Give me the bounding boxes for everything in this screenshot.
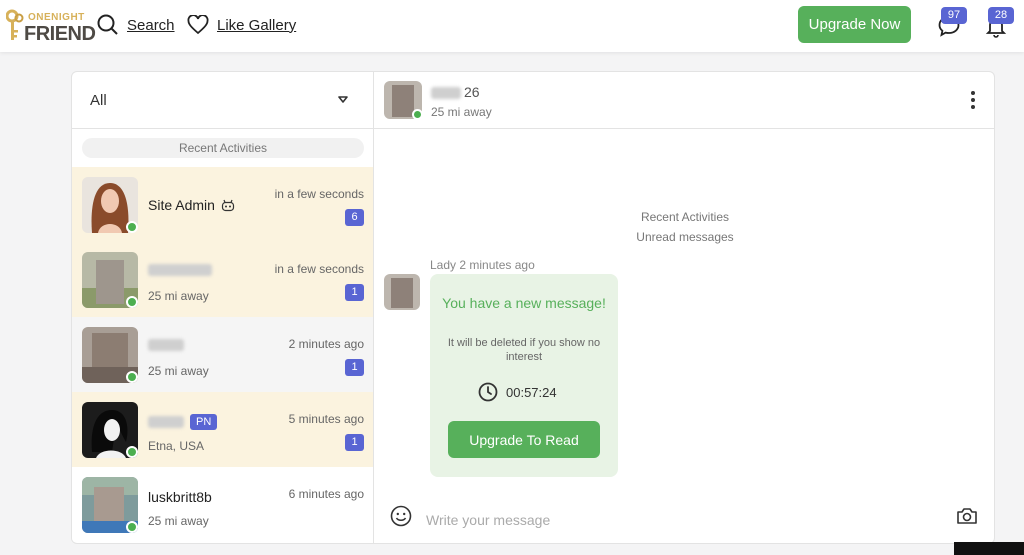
- sender-avatar[interactable]: [384, 274, 420, 310]
- chat-panel: All Recent Activities Site Admin in a fe…: [71, 71, 995, 544]
- online-indicator: [126, 371, 138, 383]
- more-options-icon[interactable]: [970, 90, 976, 110]
- heart-icon: [187, 15, 209, 35]
- conversation-time: 5 minutes ago: [288, 412, 364, 426]
- pn-badge: PN: [190, 414, 218, 430]
- conversation-name: [148, 264, 212, 276]
- caret-down-icon: [338, 96, 348, 103]
- online-indicator: [412, 109, 423, 120]
- unread-count-badge: 1: [345, 284, 364, 301]
- message-time: 2 minutes ago: [459, 258, 535, 272]
- message-meta: Lady 2 minutes ago: [430, 258, 535, 272]
- chat-user-age: 26: [464, 84, 480, 100]
- message-input[interactable]: [426, 507, 926, 533]
- blurred-name: [148, 339, 184, 351]
- conversation-item[interactable]: luskbritt8b 25 mi away 6 minutes ago: [72, 467, 373, 542]
- search-label: Search: [127, 16, 175, 34]
- chat-user-distance: 25 mi away: [431, 105, 492, 119]
- unread-count-badge: 6: [345, 209, 364, 226]
- upgrade-now-button[interactable]: Upgrade Now: [798, 6, 911, 43]
- online-indicator: [126, 221, 138, 233]
- blurred-name: [148, 264, 212, 276]
- sender-name: Lady: [430, 258, 457, 272]
- search-icon: [97, 14, 118, 35]
- conversation-name: PN: [148, 414, 218, 430]
- conversation-item[interactable]: 25 mi away in a few seconds 1: [72, 242, 373, 317]
- conversation-name: Site Admin: [148, 197, 235, 213]
- recent-activities-divider: Recent Activities: [640, 210, 730, 224]
- top-bar: ONENIGHT FRIEND Search Like Gallery Upgr…: [0, 0, 1024, 52]
- filter-select[interactable]: All: [72, 72, 374, 129]
- robot-icon: [221, 199, 235, 211]
- blurred-name: [431, 87, 461, 99]
- conversation-item[interactable]: 25 mi away 2 minutes ago 1: [72, 317, 373, 392]
- countdown-timer: 00:57:24: [478, 382, 557, 402]
- conversation-time: 6 minutes ago: [288, 487, 364, 501]
- logo[interactable]: ONENIGHT FRIEND: [6, 6, 96, 45]
- site-admin-name: Site Admin: [148, 197, 215, 213]
- filter-value: All: [90, 92, 107, 109]
- conversation-sidebar: All Recent Activities Site Admin in a fe…: [72, 72, 374, 543]
- logo-text-bottom: FRIEND: [24, 23, 96, 45]
- conversation-name: [148, 339, 184, 351]
- conversation-location: Etna, USA: [148, 439, 205, 453]
- upgrade-to-read-button[interactable]: Upgrade To Read: [448, 421, 600, 458]
- unread-count-badge: 1: [345, 359, 364, 376]
- username: luskbritt8b: [148, 489, 212, 505]
- countdown-value: 00:57:24: [506, 384, 557, 400]
- messages-badge: 97: [941, 7, 967, 24]
- conversation-item[interactable]: PN Etna, USA 5 minutes ago 1: [72, 392, 373, 467]
- notifications-badge: 28: [988, 7, 1014, 24]
- online-indicator: [126, 521, 138, 533]
- conversation-distance: 25 mi away: [148, 514, 209, 528]
- conversation-time: in a few seconds: [274, 187, 364, 201]
- keys-icon: [6, 9, 24, 40]
- chat-header: 26 25 mi away: [374, 72, 994, 129]
- recent-activities-label: Recent Activities: [82, 138, 364, 158]
- conversation-time: in a few seconds: [274, 262, 364, 276]
- conversation-item[interactable]: Site Admin in a few seconds 6: [72, 167, 373, 242]
- search-link[interactable]: Search: [97, 12, 175, 38]
- online-indicator: [126, 446, 138, 458]
- new-message-title: You have a new message!: [442, 295, 606, 311]
- conversation-name: luskbritt8b: [148, 489, 212, 505]
- conversation-time: 2 minutes ago: [288, 337, 364, 351]
- blurred-name: [148, 416, 184, 428]
- emoji-icon[interactable]: [390, 505, 412, 527]
- like-gallery-link[interactable]: Like Gallery: [187, 12, 296, 38]
- locked-message-bubble: You have a new message! It will be delet…: [430, 274, 618, 477]
- camera-icon[interactable]: [956, 505, 978, 527]
- clock-icon: [478, 382, 498, 402]
- conversation-distance: 25 mi away: [148, 364, 209, 378]
- message-composer: [374, 497, 994, 543]
- unread-messages-divider: Unread messages: [636, 230, 734, 244]
- unread-count-badge: 1: [345, 434, 364, 451]
- like-gallery-label: Like Gallery: [217, 16, 297, 34]
- conversation-distance: 25 mi away: [148, 289, 209, 303]
- online-indicator: [126, 296, 138, 308]
- logo-text-top: ONENIGHT: [28, 12, 85, 23]
- corner-overlay: [954, 542, 1024, 555]
- deletion-warning: It will be deleted if you show no intere…: [447, 337, 601, 363]
